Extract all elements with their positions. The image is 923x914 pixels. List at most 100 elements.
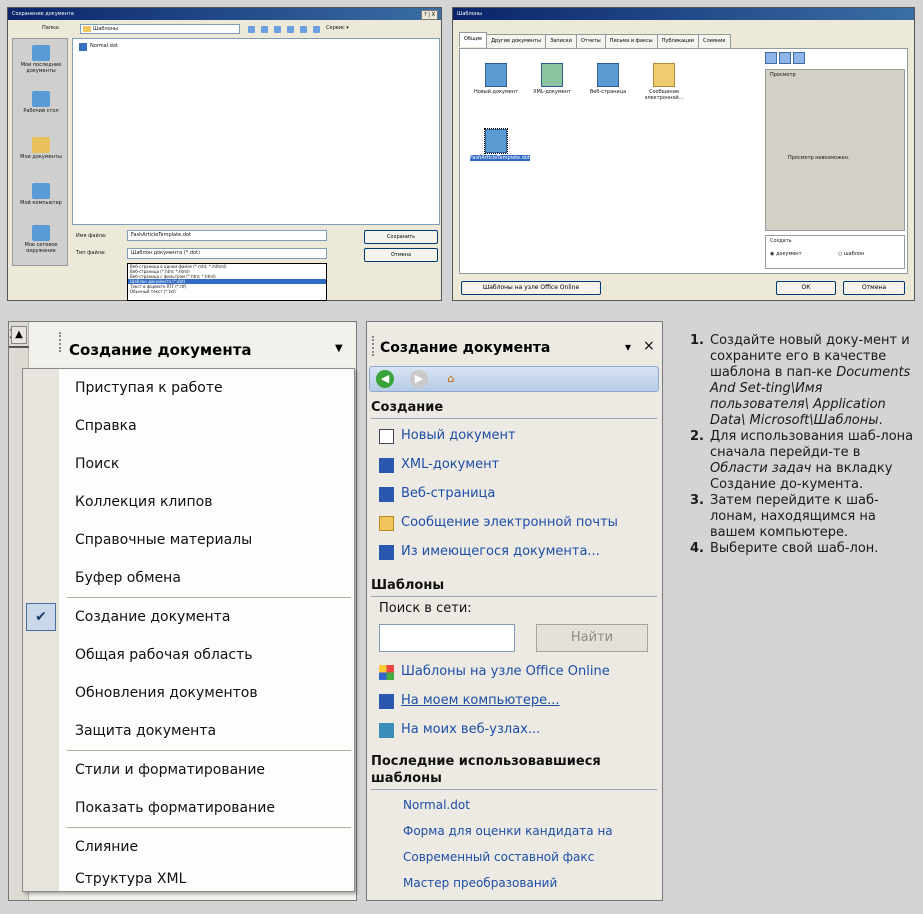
search-web-icon[interactable] [274,26,281,33]
menu-item-shared-workspace[interactable]: Общая рабочая область [59,636,354,674]
cancel-button[interactable]: Отмена [364,248,438,262]
menu-item-research[interactable]: Справочные материалы [59,521,354,559]
grip-handle[interactable] [59,332,62,352]
template-custom-selected[interactable]: FashArticleTemplate.dot [470,128,530,162]
delete-icon[interactable] [287,26,294,33]
dialog-toolbar: Сервис ▾ [248,25,349,33]
office-online-icon [379,665,394,680]
forward-arrow-icon[interactable]: ▶ [410,370,428,388]
folder-row: Папка: Шаблоны Сервис ▾ [12,22,438,36]
template-web-page[interactable]: Веб-страница [582,63,634,96]
template-email[interactable]: Сообщение электронной... [638,63,690,102]
home-icon[interactable]: ⌂ [442,370,460,388]
recent-template-link[interactable]: Normal.dot [403,798,470,812]
place-network[interactable]: Мое сетевое окружение [17,225,65,255]
cancel-button[interactable]: Отмена [843,281,905,295]
templates-pane: Новый документ XML-документ Веб-страница… [459,48,908,274]
file-list[interactable]: Normal.dot [72,38,440,225]
preview-box: Просмотр Просмотр невозможен. [765,69,905,231]
recent-template-link[interactable]: Форма для оценки кандидата на [403,824,613,838]
menu-item-xml-structure[interactable]: Структура XML [59,866,354,892]
radio-document[interactable]: ◉ документ [770,251,801,258]
save-button[interactable]: Сохранить [364,230,438,244]
templates-dialog: Шаблоны Общие Другие документы Записки О… [452,7,915,301]
folder-combo[interactable]: Шаблоны [80,24,240,34]
place-my-computer[interactable]: Мой компьютер [17,183,65,207]
filename-field[interactable]: FashArticleTemplate.dot [127,230,327,241]
large-icons-icon[interactable] [765,52,777,64]
service-menu[interactable]: Сервис ▾ [326,25,349,33]
chevron-down-icon[interactable]: ▾ [625,340,631,354]
up-folder-icon[interactable] [261,26,268,33]
link-from-existing[interactable]: Из имеющегося документа... [379,544,600,560]
chevron-down-icon[interactable]: ▼ [335,343,343,354]
menu-item-mail-merge[interactable]: Слияние [59,828,354,866]
filetype-select[interactable]: Шаблон документа (*.dot) [127,248,327,259]
tab-letters-faxes[interactable]: Письма и факсы [604,34,658,49]
back-arrow-icon[interactable]: ◀ [376,370,394,388]
tab-reports[interactable]: Отчеты [575,34,606,49]
menu-item-protect-document[interactable]: Защита документа [59,712,354,750]
menu-item-clip-art[interactable]: Коллекция клипов [59,483,354,521]
link-web-page[interactable]: Веб-страница [379,486,495,502]
tab-other-documents[interactable]: Другие документы [486,34,547,49]
menu-item-clipboard[interactable]: Буфер обмена [59,559,354,597]
radio-template[interactable]: ○ шаблон [838,251,864,258]
office-online-templates-button[interactable]: Шаблоны на узле Office Online [461,281,601,295]
check-icon: ✔ [26,603,56,631]
grip-handle[interactable] [372,336,375,356]
menu-item-document-updates[interactable]: Обновления документов [59,674,354,712]
template-new-document[interactable]: Новый документ [470,63,522,96]
list-item[interactable]: Normal.dot [79,43,118,51]
tab-mail-merge[interactable]: Слияние [697,34,731,49]
views-icon[interactable] [313,26,320,33]
filetype-option[interactable]: Обычный текст (*.txt) [128,289,326,294]
close-icon[interactable]: × [643,338,655,354]
filetype-dropdown[interactable]: Веб-страница в одном файле (*.mht; *.mht… [127,263,327,301]
place-my-documents[interactable]: Мои документы [17,137,65,161]
place-recent[interactable]: Мои последние документы [17,45,65,75]
tab-general[interactable]: Общие [459,32,488,47]
section-divider [371,596,657,597]
menu-item-styles-formatting[interactable]: Стили и форматирование [59,751,354,789]
menu-item-new-document[interactable]: Создание документа [59,598,354,636]
my-computer-icon [32,183,50,199]
filetype-label: Тип файла: [76,250,106,256]
instructions-text: 1. Создайте новый доку-мент и сохраните … [690,333,916,557]
word-document-icon [379,545,394,560]
task-pane-header-title[interactable]: Создание документа [69,341,252,359]
menu-item-getting-started[interactable]: Приступая к работе [59,369,354,407]
recent-template-link[interactable]: Мастер преобразований [403,876,557,890]
search-input[interactable] [379,624,515,652]
link-xml-document[interactable]: XML-документ [379,457,499,473]
link-email-message[interactable]: Сообщение электронной почты [379,515,618,531]
ok-button[interactable]: ОК [776,281,836,295]
recent-template-link[interactable]: Современный составной факс [403,850,594,864]
tab-memos[interactable]: Записки [545,34,577,49]
menu-item-help[interactable]: Справка [59,407,354,445]
new-document-task-pane: Создание документа ▾ × ◀ ▶ ⌂ Создание Но… [366,321,663,901]
link-new-document[interactable]: Новый документ [379,428,516,444]
new-folder-icon[interactable] [300,26,307,33]
section-recent-templates: Последние использовавшиеся [371,754,601,769]
list-view-icon[interactable] [779,52,791,64]
link-on-my-web-sites[interactable]: На моих веб-узлах... [379,722,540,738]
envelope-icon [653,63,675,87]
menu-item-reveal-formatting[interactable]: Показать форматирование [59,789,354,827]
my-documents-icon [32,137,50,153]
details-view-icon[interactable] [793,52,805,64]
task-pane-title: Создание документа [380,340,551,356]
templates-title: Шаблоны [457,11,482,17]
tab-publications[interactable]: Публикации [656,34,699,49]
place-desktop[interactable]: Рабочий стол [17,91,65,115]
title-buttons[interactable]: ? | X [421,10,438,20]
link-on-my-computer[interactable]: На моем компьютере... [379,693,560,709]
section-create: Создание [371,400,444,415]
back-icon[interactable] [248,26,255,33]
template-xml-document[interactable]: XML-документ [526,63,578,96]
search-online-label: Поиск в сети: [379,601,472,616]
scroll-up-arrow-icon[interactable]: ▲ [11,326,27,344]
menu-item-search[interactable]: Поиск [59,445,354,483]
find-button[interactable]: Найти [536,624,648,652]
link-office-online-templates[interactable]: Шаблоны на узле Office Online [379,664,610,680]
